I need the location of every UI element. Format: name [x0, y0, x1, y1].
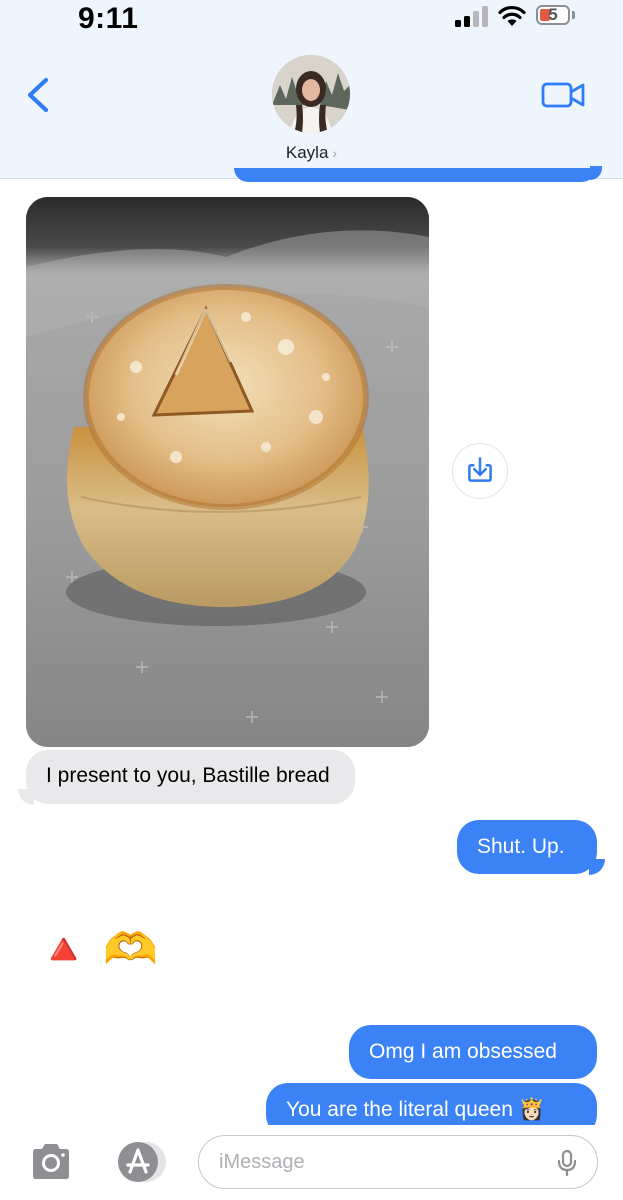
contact-name-button[interactable]: Kayla ›	[0, 143, 623, 163]
outgoing-message-text: Shut. Up.	[477, 835, 565, 858]
download-icon[interactable]	[452, 443, 508, 499]
incoming-bubble-tail	[18, 789, 34, 805]
camera-icon[interactable]	[27, 1140, 75, 1184]
contact-avatar[interactable]	[272, 55, 350, 133]
video-camera-icon[interactable]	[540, 78, 586, 112]
bread-photo-image	[26, 197, 429, 747]
battery-level-text: 5	[548, 5, 558, 24]
incoming-message-bubble[interactable]: I present to you, Bastille bread	[26, 750, 355, 804]
contact-name: Kayla	[285, 143, 329, 162]
battery-nub	[572, 11, 575, 19]
outgoing-bubble-tail	[589, 859, 605, 875]
previous-message-bubble[interactable]	[234, 168, 596, 182]
status-time: 9:11	[78, 2, 139, 35]
outgoing-message-text: You are the literal queen 👸🏻	[286, 1098, 545, 1121]
cellular-signal-icon	[455, 6, 488, 27]
emoji-message-text: 🔺 🫶	[36, 925, 158, 974]
microphone-icon[interactable]	[555, 1149, 579, 1177]
back-chevron-icon[interactable]	[18, 72, 58, 118]
battery-icon: 5	[536, 5, 570, 25]
wifi-icon	[498, 5, 526, 26]
bread-photo-attachment[interactable]	[26, 197, 429, 747]
chevron-right-icon: ›	[332, 145, 338, 161]
incoming-message-text: I present to you, Bastille bread	[46, 764, 330, 787]
outgoing-message-bubble[interactable]: Shut. Up.	[457, 820, 597, 874]
app-store-icon[interactable]	[110, 1140, 170, 1184]
outgoing-message-bubble[interactable]: Omg I am obsessed	[349, 1025, 597, 1079]
avatar-portrait	[272, 55, 350, 133]
conversation-header: 9:11 5 Kayla ›	[0, 0, 623, 179]
message-input[interactable]	[198, 1135, 598, 1189]
outgoing-message-text: Omg I am obsessed	[369, 1040, 557, 1063]
